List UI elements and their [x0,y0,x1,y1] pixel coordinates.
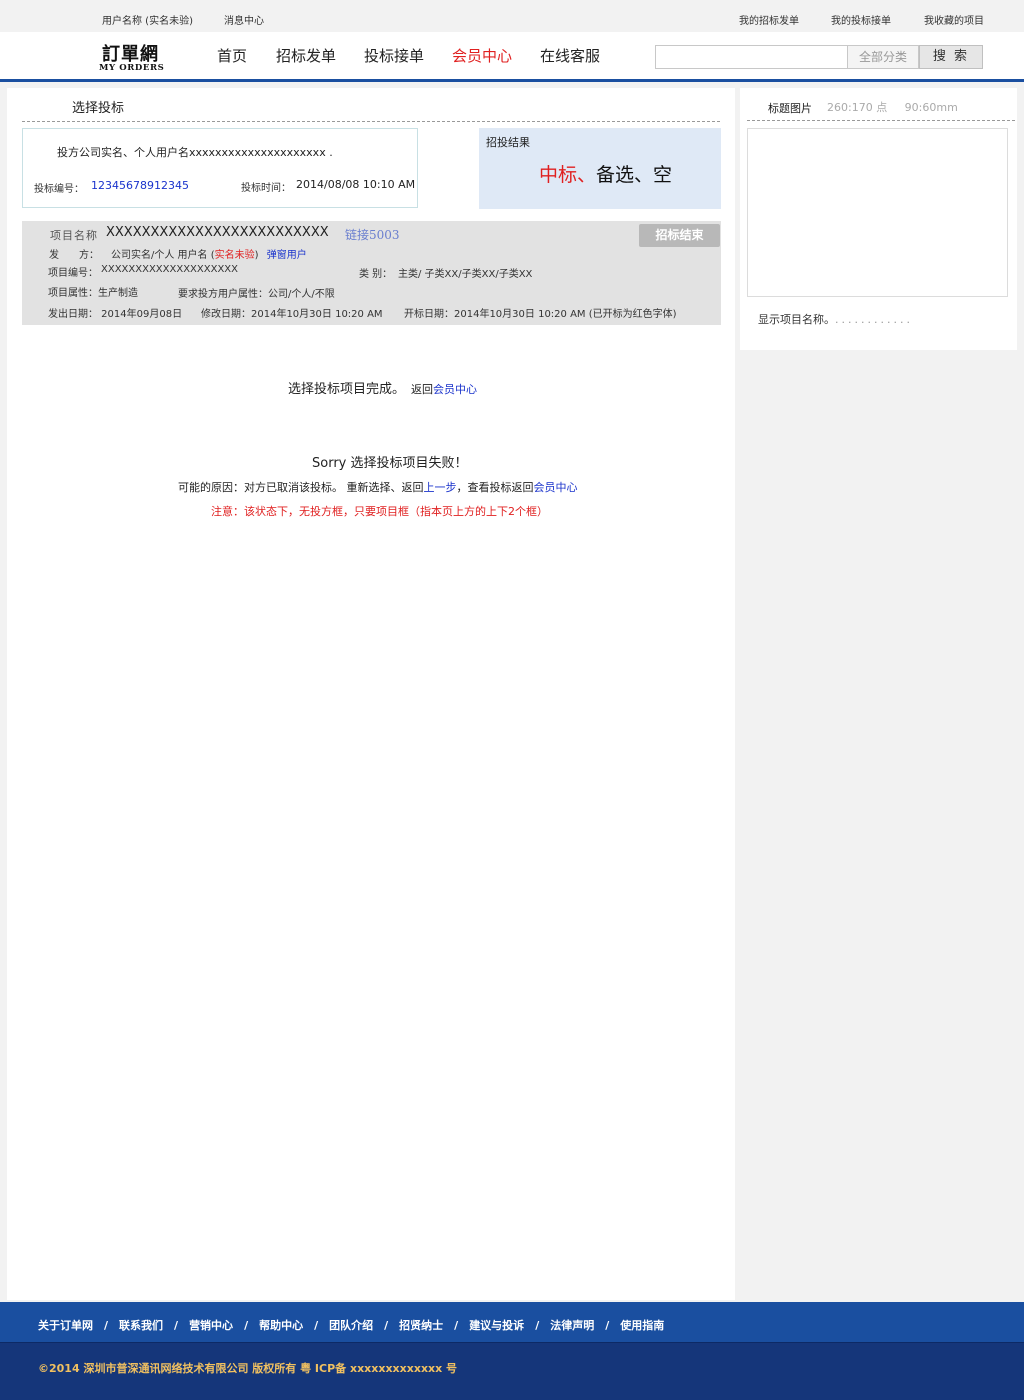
footer-sep: / [454,1319,459,1332]
footer-link-contact[interactable]: 联系我们 [119,1319,163,1332]
footer-link-feedback[interactable]: 建议与投诉 [469,1319,524,1332]
bidder-name: 投方公司实名、个人用户名xxxxxxxxxxxxxxxxxxxxx . [57,146,333,159]
issue-date: 发出日期： 2014年09月08日 [48,309,183,320]
failure-member-center-link[interactable]: 会员中心 [534,481,578,494]
previous-step-link[interactable]: 上一步 [424,481,457,494]
project-attribute: 项目属性：生产制造 [48,288,138,299]
failure-reason: 可能的原因：对方已取消该投标。 重新选择、返回上一步，查看投标返回会员中心 [178,479,578,495]
project-link[interactable]: 链接5003 [345,226,400,243]
category-label: 类 别： [359,269,393,280]
footer-sep: / [174,1319,179,1332]
bidder-requirement: 要求投方用户属性：公司/个人/不限 [178,289,335,300]
title-image-placeholder[interactable] [747,128,1008,297]
my-bids-link[interactable]: 我的投标接单 [831,12,891,27]
header: 訂單網 MY ORDERS 首页 招标发单 投标接单 会员中心 在线客服 全部分… [0,32,1024,82]
sidebar-caption: 显示项目名称。............ [758,311,913,327]
sidebar: 标题图片 260:170 点 90:60mm 显示项目名称。..........… [740,88,1017,350]
my-tenders-link[interactable]: 我的招标发单 [739,12,799,27]
footer-link-team[interactable]: 团队介绍 [329,1319,373,1332]
success-text: 选择投标项目完成。 [288,382,406,397]
bid-number[interactable]: 12345678912345 [91,179,189,192]
issuer-value: 公司实名/个人 用户名 ( [111,250,215,261]
issuer-label: 发 方： [49,250,99,261]
top-bar: 用户名称 (实名未验) 消息中心 我的招标发单 我的投标接单 我收藏的项目 [0,0,1024,32]
bid-number-label: 投标编号： [34,184,84,195]
status-badge: 招标结束 [639,224,720,247]
footer-link-about[interactable]: 关于订单网 [38,1319,93,1332]
logo-en: MY ORDERS [99,63,165,73]
project-code-label: 项目编号： [48,268,98,279]
footer-nav: 关于订单网 / 联系我们 / 营销中心 / 帮助中心 / 团队介绍 / 招贤纳士 / 建议与投诉 / 法律声… [0,1302,1024,1342]
project-code: XXXXXXXXXXXXXXXXXXXX [101,264,239,275]
message-center-link[interactable]: 消息中心 [224,12,264,27]
category-value: 主类/ 子类XX/子类XX/子类XX [398,269,533,280]
nav-home[interactable]: 首页 [217,45,247,66]
bid-result-text: 中标、备选、空 [539,160,672,187]
success-back-text: 返回 [411,383,434,396]
footer-sep: / [104,1319,109,1332]
project-name-label: 项目名称 [50,229,98,242]
footer-link-legal[interactable]: 法律声明 [550,1319,594,1332]
failure-reason-text-2: ，查看投标返回 [456,481,534,494]
failure-title: Sorry 选择投标项目失败！ [312,456,468,471]
failure-note: 注意：该状态下，无投方框，只要项目框（指本页上方的上下2个框） [211,505,548,518]
footer-link-marketing[interactable]: 营销中心 [189,1319,233,1332]
sidebar-divider [747,120,1015,121]
issuer-close: ) [254,250,259,261]
site-logo[interactable]: 訂單網 MY ORDERS [96,40,176,76]
footer-sep: / [314,1319,319,1332]
footer-links: 关于订单网 / 联系我们 / 营销中心 / 帮助中心 / 团队介绍 / 招贤纳士 / 建议与投诉 / 法律声… [38,1317,664,1333]
bid-time: 2014/08/08 10:10 AM [296,178,416,191]
bid-result-rest: 备选、空 [596,164,673,186]
footer-sep: / [384,1319,389,1332]
open-date: 开标日期：2014年10月30日 10:20 AM (已开标为红色字体) [404,309,677,320]
search-button[interactable]: 搜 索 [919,45,983,69]
nav-member-center[interactable]: 会员中心 [452,45,512,66]
issuer-row: 公司实名/个人 用户名 (实名未验) 弹窗用户 [111,246,307,261]
sidebar-caption-text: 显示项目名称。 [758,313,835,326]
search-input[interactable] [655,45,848,69]
footer-sep: / [244,1319,249,1332]
footer-link-careers[interactable]: 招贤纳士 [399,1319,443,1332]
project-box: 项目名称 XXXXXXXXXXXXXXXXXXXXXXXXX 链接5003 招标… [22,221,721,325]
footer-sep: / [535,1319,540,1332]
footer-sep: / [605,1319,610,1332]
sidebar-image-size: 260:170 点 90:60mm [827,101,958,114]
sidebar-caption-dots: ............ [835,313,913,326]
sidebar-title: 标题图片 [768,102,812,115]
search-category-select[interactable]: 全部分类 [848,45,919,69]
nav-tender[interactable]: 招标发单 [276,45,336,66]
bid-result-title: 招投结果 [486,136,530,149]
nav-online-service[interactable]: 在线客服 [540,45,600,66]
main-panel: 选择投标 投方公司实名、个人用户名xxxxxxxxxxxxxxxxxxxxx .… [7,88,735,1300]
footer-copyright-bar: ©2014 深圳市普深通讯网络技术有限公司 版权所有 粤 ICP备 xxxxxx… [0,1342,1024,1400]
project-name: XXXXXXXXXXXXXXXXXXXXXXXXX [106,225,329,240]
page-title: 选择投标 [72,101,125,116]
footer-link-guide[interactable]: 使用指南 [620,1319,664,1332]
nav-bid[interactable]: 投标接单 [364,45,424,66]
my-favorites-link[interactable]: 我收藏的项目 [924,12,984,27]
bidder-box: 投方公司实名、个人用户名xxxxxxxxxxxxxxxxxxxxx . 投标编号… [22,128,418,208]
bid-result-box: 招投结果 中标、备选、空 [479,128,721,209]
username-link[interactable]: 用户名称 (实名未验) [102,12,193,27]
divider [22,121,720,122]
bid-result-win: 中标、 [539,164,597,186]
failure-reason-text: 可能的原因：对方已取消该投标。 重新选择、返回 [178,481,424,494]
success-member-center-link[interactable]: 会员中心 [433,383,477,396]
copyright-text: ©2014 深圳市普深通讯网络技术有限公司 版权所有 粤 ICP备 xxxxxx… [38,1362,458,1375]
issuer-popup-link[interactable]: 弹窗用户 [267,250,307,261]
issuer-unverified: 实名未验 [214,250,255,261]
bid-time-label: 投标时间： [241,183,291,194]
modify-date: 修改日期：2014年10月30日 10:20 AM [201,309,383,320]
success-message: 选择投标项目完成。 返回会员中心 [288,378,477,397]
footer-link-help[interactable]: 帮助中心 [259,1319,303,1332]
